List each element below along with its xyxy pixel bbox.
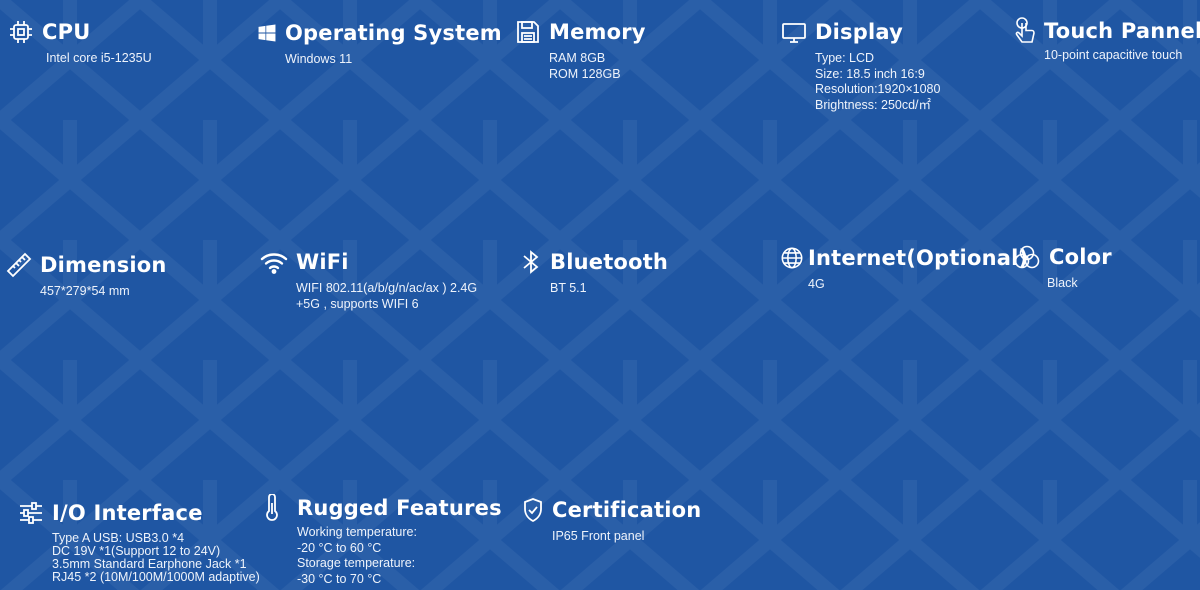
spec-title: Memory <box>549 20 646 44</box>
spec-title: Rugged Features <box>297 496 502 520</box>
spec-line: Black <box>1047 276 1078 290</box>
spec-color: Color Black <box>1013 244 1112 292</box>
bluetooth-icon <box>520 249 542 275</box>
spec-line: Storage temperature: <box>297 556 416 570</box>
spec-cpu: CPU Intel core i5-1235U <box>8 19 152 67</box>
spec-title: Touch Pannel <box>1044 19 1200 43</box>
spec-line: ROM 128GB <box>549 66 621 81</box>
spec-title: Dimension <box>40 253 167 277</box>
save-icon <box>515 19 541 45</box>
spec-line: WIFI 802.11(a/b/g/n/ac/ax ) 2.4G <box>296 281 478 295</box>
spec-line: BT 5.1 <box>550 281 587 295</box>
spec-line: -30 °C to 70 °C <box>297 571 382 586</box>
spec-line: IP65 Front panel <box>552 529 645 543</box>
spec-touch-pannel: Touch Pannel 10-point capacitive touch <box>1014 16 1200 64</box>
spec-dimension: Dimension 457*279*54 mm <box>6 252 167 300</box>
windows-icon <box>257 20 277 46</box>
spec-title: Certification <box>552 498 702 522</box>
spec-memory: Memory RAM 8GB ROM 128GB <box>515 19 646 82</box>
spec-operating-system: Operating System Windows 11 <box>257 20 502 68</box>
spec-line: Windows 11 <box>285 52 353 66</box>
spec-line: Working temperature: <box>297 525 417 539</box>
ruler-icon <box>6 252 32 278</box>
spec-line: Brightness: 250cd/㎡ <box>815 97 932 112</box>
spec-line: +5G , supports WIFI 6 <box>296 296 419 311</box>
thermometer-icon <box>262 494 282 522</box>
spec-title: Internet(Optional) <box>808 246 1029 270</box>
spec-title: Bluetooth <box>550 250 669 274</box>
spec-title: WiFi <box>296 250 349 274</box>
spec-line: RJ45 *2 (10M/100M/1000M adaptive) <box>52 570 260 584</box>
spec-line: Intel core i5-1235U <box>46 51 152 65</box>
spec-internet: Internet(Optional) 4G <box>780 245 1028 293</box>
spec-line: 10-point capacitive touch <box>1044 48 1183 62</box>
spec-title: CPU <box>42 20 91 44</box>
spec-title: Display <box>815 20 903 44</box>
spec-line: 457*279*54 mm <box>40 284 130 298</box>
spec-line: Type: LCD <box>815 51 875 65</box>
spec-bluetooth: Bluetooth BT 5.1 <box>520 249 668 297</box>
spec-certification: Certification IP65 Front panel <box>522 497 701 545</box>
spec-line: -20 °C to 60 °C <box>297 540 382 555</box>
spec-title: I/O Interface <box>52 501 203 525</box>
sliders-icon <box>18 500 44 526</box>
spec-line: 4G <box>808 277 825 291</box>
spec-line: RAM 8GB <box>549 51 606 65</box>
spec-title: Color <box>1049 245 1112 269</box>
color-circles-icon <box>1013 244 1041 270</box>
spec-rugged-features: Rugged Features Working temperature: -20… <box>262 494 502 587</box>
spec-display: Display Type: LCD Size: 18.5 inch 16:9 R… <box>781 19 940 113</box>
spec-line: Resolution:1920×1080 <box>815 82 941 96</box>
spec-io-interface: I/O Interface Type A USB: USB3.0 *4 DC 1… <box>18 500 260 584</box>
globe-icon <box>780 245 804 271</box>
monitor-icon <box>781 19 807 45</box>
shield-check-icon <box>522 497 544 523</box>
spec-title: Operating System <box>285 21 502 45</box>
spec-line: Size: 18.5 inch 16:9 <box>815 66 925 81</box>
spec-wifi: WiFi WIFI 802.11(a/b/g/n/ac/ax ) 2.4G +5… <box>260 249 477 312</box>
cpu-icon <box>8 19 34 45</box>
wifi-icon <box>260 249 288 275</box>
touch-hand-icon <box>1014 16 1036 46</box>
